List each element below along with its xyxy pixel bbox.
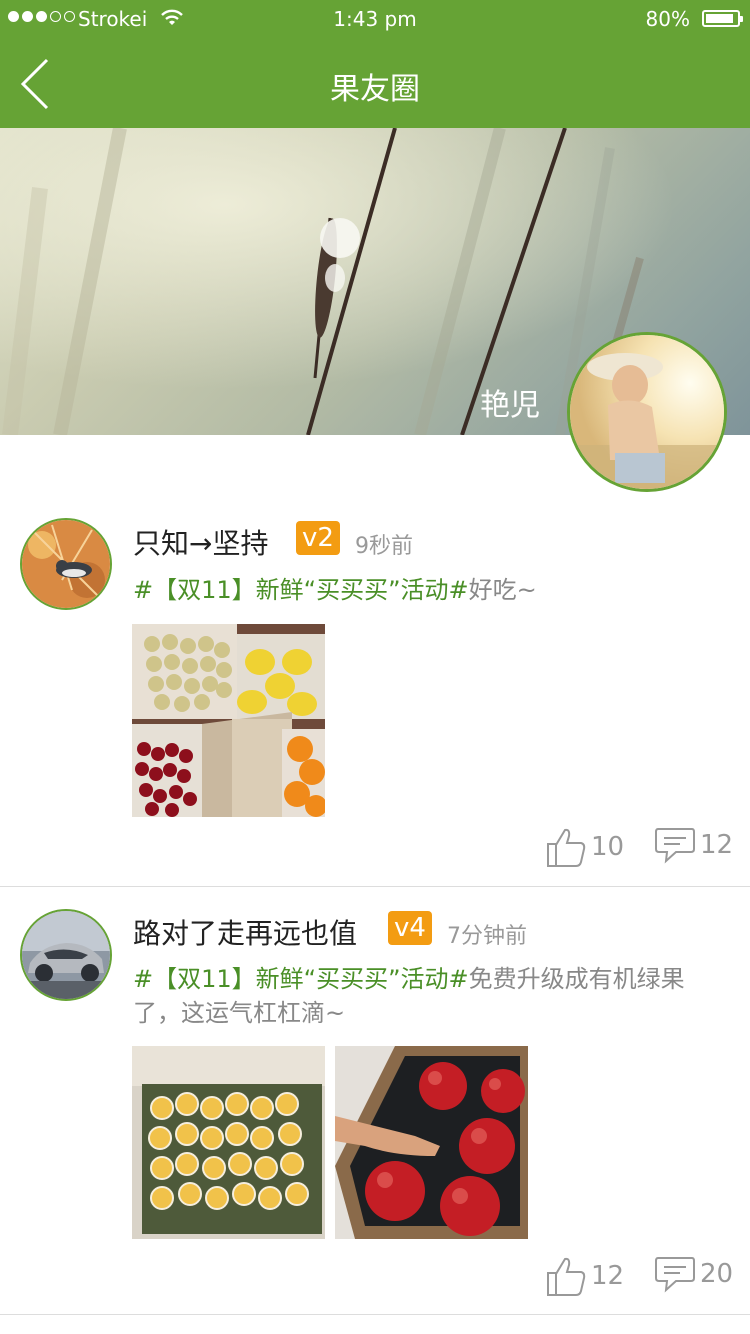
post-avatar[interactable] <box>20 518 112 610</box>
post-time: 7分钟前 <box>447 924 527 949</box>
profile-name: 艳児 <box>480 388 540 423</box>
like-button[interactable]: 10 <box>545 826 624 868</box>
comment-button[interactable]: 12 <box>654 826 733 864</box>
post-photo[interactable] <box>132 1046 325 1239</box>
profile-avatar[interactable] <box>567 332 727 492</box>
post-time: 9秒前 <box>355 534 413 559</box>
thumbs-up-icon <box>547 828 586 867</box>
thumbs-up-icon <box>547 1257 586 1296</box>
comment-count: 20 <box>700 1259 734 1289</box>
battery-icon <box>702 10 743 27</box>
page-title: 果友圈 <box>330 72 420 107</box>
post-topic-tag[interactable]: #【双11】新鲜“买买买”活动# <box>133 576 469 604</box>
post-username[interactable]: 路对了走再远也值 <box>133 912 357 952</box>
battery-percent: 80% <box>645 7 690 31</box>
status-time: 1:43 pm <box>333 7 417 31</box>
post-avatar[interactable] <box>20 909 112 1001</box>
post-text: 好吃~ <box>468 576 537 604</box>
level-badge: v2 <box>296 521 340 555</box>
like-button[interactable]: 12 <box>545 1255 624 1297</box>
level-badge: v4 <box>388 911 432 945</box>
post-photo[interactable] <box>132 624 325 817</box>
post-photo[interactable] <box>335 1046 528 1239</box>
comment-bubble-icon <box>655 1257 695 1293</box>
post-topic-tag[interactable]: #【双11】新鲜“买买买”活动# <box>133 965 469 993</box>
top-bar: Strokei 1:43 pm 80% 果友圈 <box>0 0 750 128</box>
post-divider <box>0 886 750 887</box>
comment-button[interactable]: 20 <box>654 1255 733 1293</box>
comment-count: 12 <box>700 830 734 860</box>
like-count: 12 <box>591 1261 625 1291</box>
comment-bubble-icon <box>655 828 695 864</box>
like-count: 10 <box>591 832 625 862</box>
post-content: #【双11】新鲜“买买买”活动#好吃~ <box>133 573 723 607</box>
status-bar: Strokei 1:43 pm 80% <box>0 0 750 40</box>
post-username[interactable]: 只知→坚持 <box>133 522 268 562</box>
post-divider <box>0 1314 750 1315</box>
post-content: #【双11】新鲜“买买买”活动#免费升级成有机绿果了，这运气杠杠滴~ <box>133 962 728 1030</box>
